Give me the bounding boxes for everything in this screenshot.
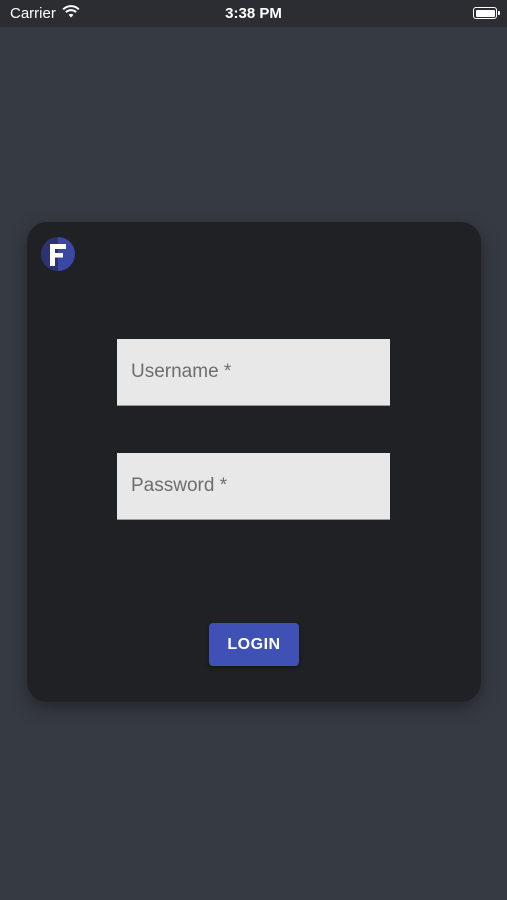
password-field[interactable] <box>117 453 390 520</box>
status-time: 3:38 PM <box>225 5 282 22</box>
battery-fill <box>475 9 495 17</box>
password-input[interactable] <box>117 453 390 519</box>
app-logo-icon <box>40 236 76 272</box>
username-input[interactable] <box>117 339 390 405</box>
username-field[interactable] <box>117 339 390 406</box>
status-bar: Carrier 3:38 PM <box>0 0 507 27</box>
battery-full-icon <box>473 7 500 19</box>
login-card: LOGIN <box>27 222 481 702</box>
login-button[interactable]: LOGIN <box>209 623 299 666</box>
